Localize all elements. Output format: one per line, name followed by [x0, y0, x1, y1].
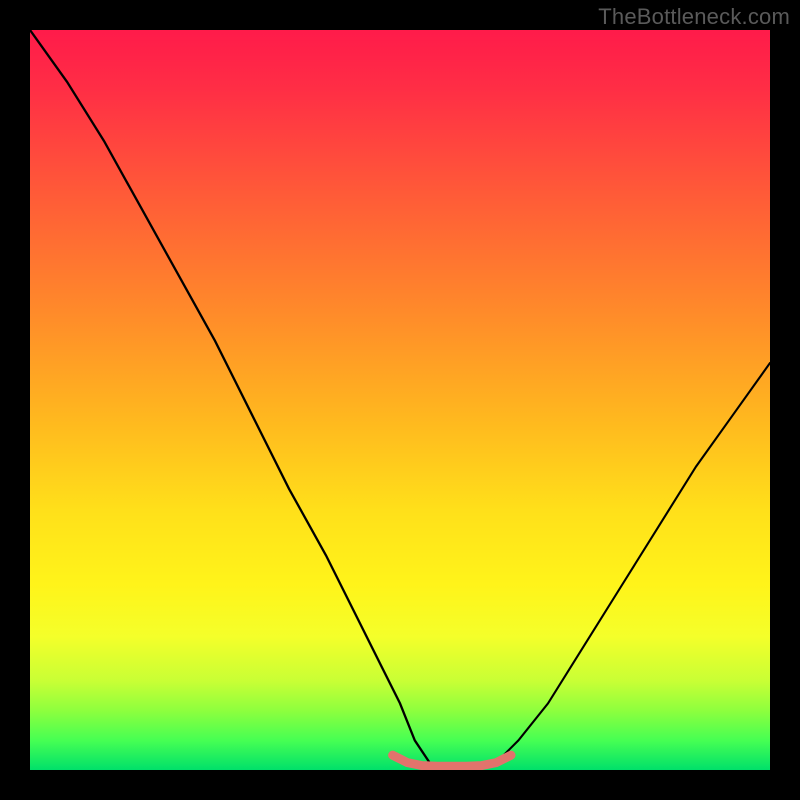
right-branch-path	[496, 363, 770, 763]
valley-highlight-path	[393, 755, 511, 766]
watermark-text: TheBottleneck.com	[598, 4, 790, 30]
curve-layer	[30, 30, 770, 770]
left-branch-path	[30, 30, 430, 763]
chart-frame: TheBottleneck.com	[0, 0, 800, 800]
plot-area	[30, 30, 770, 770]
